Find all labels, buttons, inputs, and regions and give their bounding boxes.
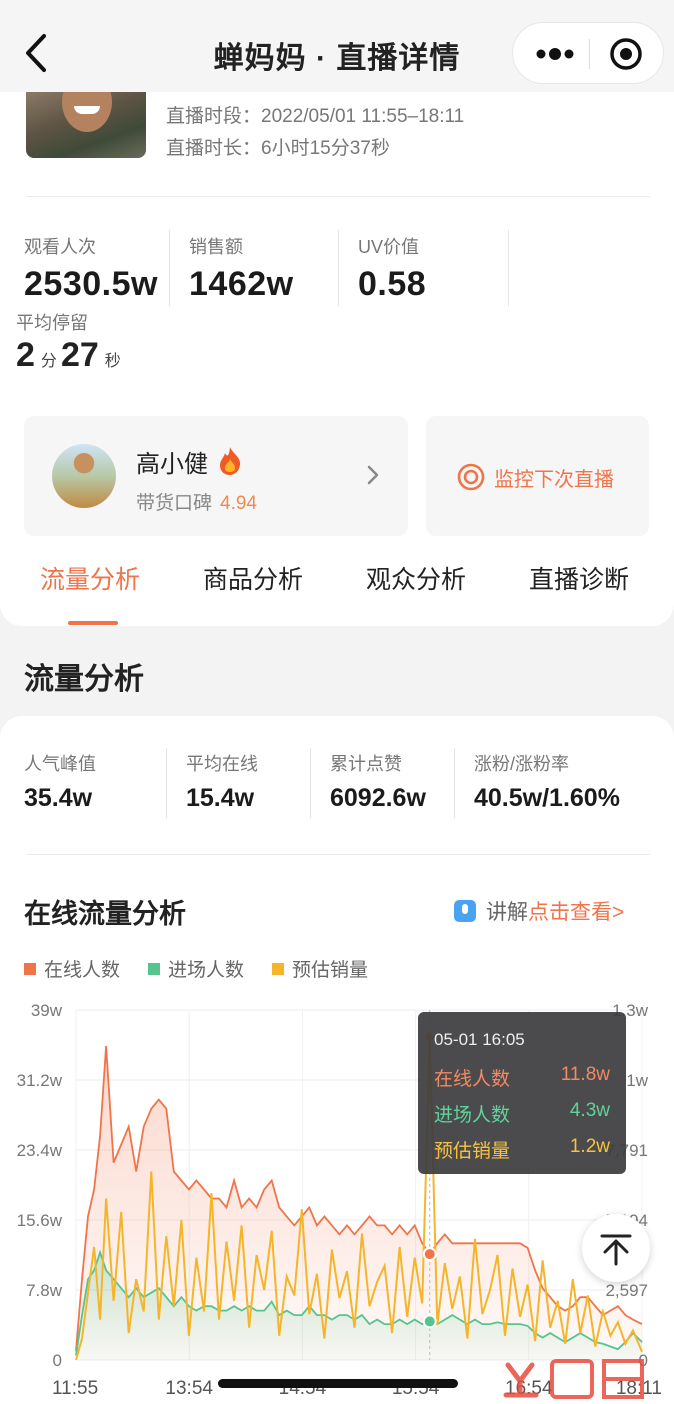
- y-axis-left-tick-label: 7.8w: [26, 1281, 63, 1300]
- y-axis-left-tick-label: 23.4w: [17, 1141, 63, 1160]
- explain-link[interactable]: 讲解 点击查看>: [454, 896, 624, 926]
- home-indicator: [218, 1379, 458, 1388]
- y-axis-left-tick-label: 31.2w: [17, 1071, 63, 1090]
- tab-diagnosis[interactable]: 直播诊断: [529, 560, 629, 596]
- mini-program-capsule: [512, 22, 664, 84]
- close-target-icon[interactable]: [609, 37, 643, 71]
- live-period: 直播时段：2022/05/01 11:55–18:11: [166, 106, 465, 127]
- stat-views: 观看人次 2530.5w: [24, 237, 158, 303]
- hover-point-entry: [422, 1314, 437, 1329]
- tooltip-row-entry: 进场人数 4.3w: [434, 1100, 610, 1126]
- y-axis-left-tick-label: 15.6w: [17, 1211, 63, 1230]
- legend-item-sales[interactable]: 预估销量: [272, 955, 368, 982]
- y-axis-left-tick-label: 0: [53, 1351, 62, 1370]
- x-axis-tick-label: 11:55: [52, 1378, 98, 1399]
- fire-icon: [219, 447, 240, 475]
- more-dots-icon[interactable]: [535, 43, 575, 65]
- stat-separator: [338, 230, 339, 306]
- chart-title: 在线流量分析: [24, 899, 186, 929]
- analysis-tabs: 流量分析 商品分析 观众分析 直播诊断: [0, 560, 674, 604]
- stat-separator: [169, 230, 170, 306]
- live-duration: 直播时长：6小时15分37秒: [166, 138, 390, 159]
- stat-avg-stay-value: 2 分 27 秒: [16, 336, 121, 374]
- monitor-target-icon: [457, 463, 485, 491]
- back-to-top-button[interactable]: [582, 1214, 650, 1282]
- x-axis-tick-label: 13:54: [165, 1378, 213, 1399]
- stat-sales: 销售额 1462w: [189, 237, 294, 303]
- host-reputation: 带货口碑 4.94: [136, 493, 257, 514]
- section-title: 流量分析: [24, 663, 144, 696]
- top-nav-bar: 蝉妈妈 · 直播详情: [0, 0, 674, 100]
- active-tab-indicator: [68, 621, 118, 625]
- monitor-next-live-button[interactable]: 监控下次直播: [426, 416, 649, 536]
- divider: [26, 196, 650, 197]
- tooltip-time: 05-01 16:05: [434, 1030, 525, 1049]
- metric-separator: [454, 748, 455, 818]
- y-axis-right-tick-label: 1w: [626, 1071, 648, 1090]
- chevron-right-icon[interactable]: [366, 463, 380, 487]
- watermark-logo-icon: [503, 1359, 644, 1399]
- metric-likes: 累计点赞 6092.6w: [330, 754, 426, 812]
- metric-avg-online: 平均在线 15.4w: [186, 754, 258, 812]
- chart-legend: 在线人数 进场人数 预估销量: [24, 955, 396, 982]
- microphone-icon: [454, 900, 476, 922]
- tooltip-row-online: 在线人数 11.8w: [434, 1064, 610, 1090]
- tooltip-row-sales: 预估销量 1.2w: [434, 1136, 610, 1162]
- stat-separator: [508, 230, 509, 306]
- host-card[interactable]: 高小健 带货口碑 4.94: [24, 416, 408, 536]
- divider: [26, 854, 650, 855]
- tab-products[interactable]: 商品分析: [203, 560, 303, 596]
- stat-uv-value: UV价值 0.58: [358, 237, 427, 303]
- metric-separator: [166, 748, 167, 818]
- live-cover-avatar: [26, 92, 146, 158]
- hover-point-online: [422, 1247, 437, 1262]
- metric-peak: 人气峰值 35.4w: [24, 754, 96, 812]
- host-avatar: [52, 444, 116, 508]
- tab-audience[interactable]: 观众分析: [366, 560, 466, 596]
- stat-avg-stay-label: 平均停留: [16, 313, 88, 333]
- legend-item-entry[interactable]: 进场人数: [148, 955, 244, 982]
- y-axis-right-tick-label: 2,597: [605, 1281, 648, 1300]
- metric-followers: 涨粉/涨粉率 40.5w/1.60%: [474, 754, 620, 812]
- chart-tooltip: 05-01 16:05 在线人数 11.8w 进场人数 4.3w 预估销量 1.2w: [418, 1012, 626, 1174]
- metric-separator: [310, 748, 311, 818]
- capsule-divider: [589, 39, 590, 69]
- host-name: 高小健: [136, 444, 243, 479]
- y-axis-left-tick-label: 39w: [31, 1001, 63, 1020]
- legend-item-online[interactable]: 在线人数: [24, 955, 120, 982]
- tab-traffic[interactable]: 流量分析: [40, 560, 140, 596]
